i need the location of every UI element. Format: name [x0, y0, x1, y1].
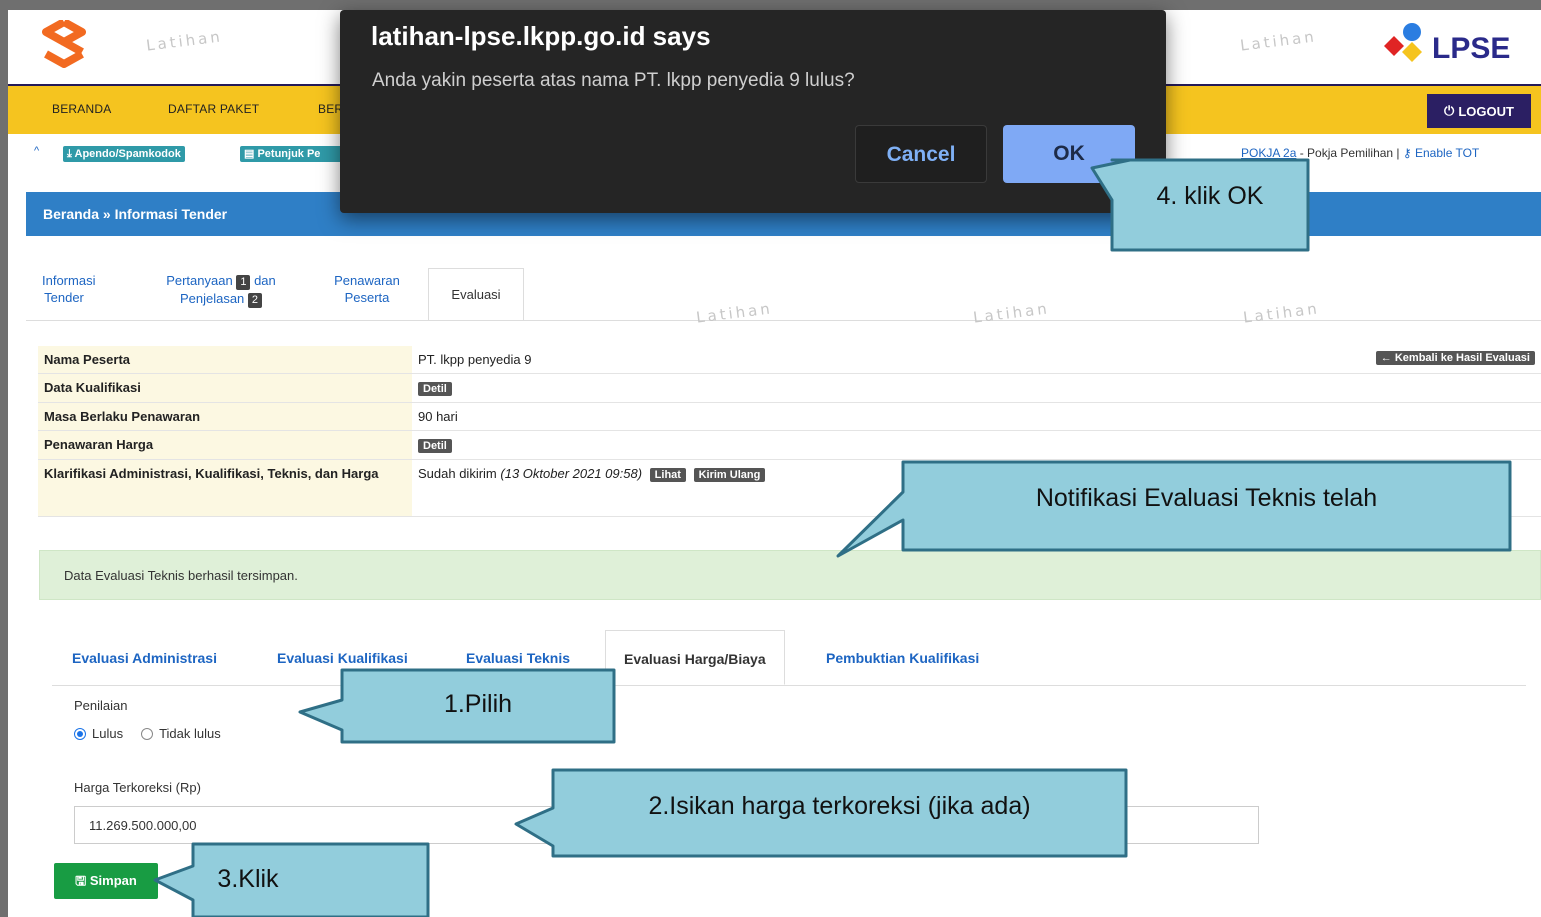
tab-evaluasi[interactable]: Evaluasi [428, 268, 524, 320]
tab-divider [26, 320, 1541, 321]
row-label: Nama Peserta [38, 346, 412, 374]
logout-button[interactable]: ⏻ LOGOUT [1427, 94, 1531, 128]
callout-notif-text: Notifikasi Evaluasi Teknis telah [1035, 484, 1378, 512]
spse-logo-icon [42, 20, 86, 68]
save-button[interactable]: 🖫 Simpan [54, 863, 158, 899]
watermark: Latihan [145, 27, 224, 55]
penilaian-radio-group: Lulus Tidak lulus [74, 726, 221, 741]
tab-penawaran-peserta[interactable]: Penawaran Peserta [324, 272, 410, 306]
radio-lulus[interactable] [74, 727, 86, 740]
table-row: Data Kualifikasi Detil [38, 373, 1541, 403]
cancel-button[interactable]: Cancel [855, 125, 987, 183]
petunjuk-button[interactable]: ▤ Petunjuk Pe [240, 146, 344, 162]
back-to-results-button[interactable]: ← Kembali ke Hasil Evaluasi [1375, 351, 1535, 365]
table-row: Penawaran Harga Detil [38, 430, 1541, 460]
success-alert: Data Evaluasi Teknis berhasil tersimpan. [39, 550, 1541, 600]
watermark: Latihan [972, 299, 1051, 327]
detil-kualifikasi-button[interactable]: Detil [418, 382, 452, 396]
row-label: Data Kualifikasi [38, 373, 412, 403]
row-date: (13 Oktober 2021 09:58) [500, 466, 643, 481]
enable-tot-link[interactable]: Enable TOT [1415, 146, 1479, 160]
table-row: Masa Berlaku Penawaran 90 hari [38, 402, 1541, 431]
callout-step4-text: 4. klik OK [1156, 182, 1264, 210]
tab-evaluasi-administrasi[interactable]: Evaluasi Administrasi [72, 650, 217, 666]
power-icon: ⏻ [1444, 103, 1455, 118]
radio-lulus-label: Lulus [92, 726, 124, 741]
watermark: Latihan [695, 299, 774, 327]
watermark: Latihan [1239, 27, 1318, 55]
tab-pertanyaan-penjelasan[interactable]: Pertanyaan 1 dan Penjelasan 2 [146, 272, 296, 308]
detil-harga-button[interactable]: Detil [418, 439, 452, 453]
dialog-title: latihan-lpse.lkpp.go.id says [371, 21, 711, 51]
tab-evaluasi-kualifikasi[interactable]: Evaluasi Kualifikasi [277, 650, 408, 666]
evaluation-subtabs: Evaluasi Administrasi Evaluasi Kualifika… [52, 630, 1526, 686]
row-value: 90 hari [412, 402, 1541, 431]
row-label: Klarifikasi Administrasi, Kualifikasi, T… [38, 459, 412, 517]
floppy-icon: 🖫 [75, 873, 87, 888]
tab-evaluasi-harga[interactable]: Evaluasi Harga/Biaya [605, 630, 785, 685]
svg-text:LPSE: LPSE [1432, 32, 1510, 65]
logout-label: LOGOUT [1458, 103, 1514, 119]
key-icon: ⚷ [1402, 146, 1415, 160]
tab-evaluasi-teknis[interactable]: Evaluasi Teknis [466, 650, 570, 666]
row-value: PT. lkpp penyedia 9 [418, 352, 532, 367]
pokja-info: POKJA 2a - Pokja Pemilihan | ⚷ Enable TO… [1241, 146, 1480, 160]
confirm-dialog: latihan-lpse.lkpp.go.id says Anda yakin … [340, 10, 1166, 213]
kirim-ulang-button[interactable]: Kirim Ulang [693, 468, 766, 482]
lpse-logo-icon: LPSE [1384, 23, 1510, 65]
lihat-button[interactable]: Lihat [649, 468, 686, 482]
table-row: Nama Peserta PT. lkpp penyedia 9 ← Kemba… [38, 346, 1541, 374]
collapse-icon[interactable]: ^ [34, 145, 39, 157]
dialog-message: Anda yakin peserta atas nama PT. lkpp pe… [372, 70, 855, 91]
ok-button[interactable]: OK [1003, 125, 1135, 183]
pokja-link[interactable]: POKJA 2a [1241, 146, 1296, 160]
watermark: Latihan [1242, 299, 1321, 327]
penilaian-label: Penilaian [74, 698, 128, 713]
row-label: Masa Berlaku Penawaran [38, 402, 412, 431]
radio-tidak-lulus-label: Tidak lulus [159, 726, 221, 741]
callout-step3-text: 3.Klik [217, 865, 279, 893]
nav-daftar-paket[interactable]: DAFTAR PAKET [168, 102, 259, 116]
tab-pembuktian-kualifikasi[interactable]: Pembuktian Kualifikasi [826, 650, 979, 666]
radio-tidak-lulus[interactable] [141, 727, 154, 740]
callout-step1-text: 1.Pilih [443, 690, 513, 718]
row-label: Penawaran Harga [38, 430, 412, 460]
callout-step2-text: 2.Isikan harga terkoreksi (jika ada) [648, 792, 1031, 820]
apendo-button[interactable]: ⤓ Apendo/Spamkodok [63, 146, 185, 162]
row-value: Sudah dikirim [418, 466, 497, 481]
tab-informasi-tender[interactable]: Informasi Tender [42, 272, 95, 306]
harga-label: Harga Terkoreksi (Rp) [74, 780, 201, 795]
nav-beranda[interactable]: BERANDA [52, 102, 111, 116]
